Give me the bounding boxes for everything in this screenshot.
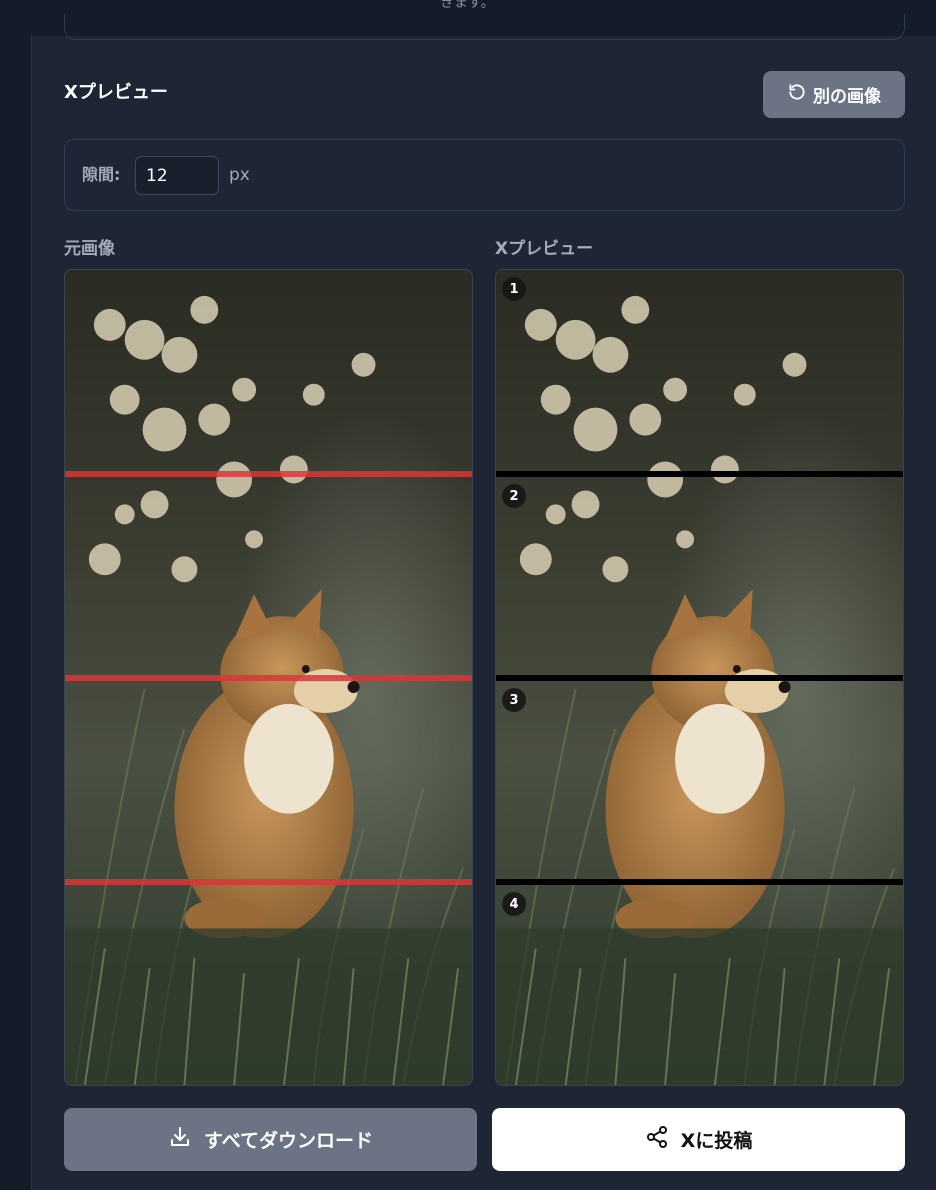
segment-badge: 3 — [502, 688, 526, 712]
post-to-x-button[interactable]: Xに投稿 — [492, 1108, 905, 1171]
gap-unit: px — [229, 165, 250, 185]
x-preview-panel: 1 2 3 4 — [495, 269, 904, 1086]
split-line — [65, 879, 472, 885]
post-to-x-label: Xに投稿 — [680, 1130, 753, 1152]
gap-line — [496, 675, 903, 681]
top-bar-text: きます。 — [440, 0, 495, 11]
sidebar — [0, 36, 32, 1190]
gap-label: 隙間: — [82, 165, 121, 184]
original-image-panel — [64, 269, 473, 1086]
other-image-button[interactable]: 別の画像 — [763, 71, 905, 118]
download-all-button[interactable]: すべてダウンロード — [64, 1108, 477, 1171]
gap-settings-card: 隙間: px — [64, 139, 905, 211]
gap-line — [496, 471, 903, 477]
preview-label: Xプレビュー — [495, 239, 594, 259]
previous-card-edge — [64, 14, 905, 40]
gap-input[interactable] — [135, 156, 219, 195]
original-image-label: 元画像 — [64, 239, 115, 259]
share-icon — [645, 1125, 669, 1154]
gap-line — [496, 879, 903, 885]
refresh-icon — [787, 82, 807, 107]
segment-badge: 1 — [502, 277, 526, 301]
segment-badge: 4 — [502, 892, 526, 916]
split-line — [65, 471, 472, 477]
download-icon — [168, 1125, 192, 1154]
segment-badge: 2 — [502, 484, 526, 508]
section-title: Xプレビュー — [64, 82, 168, 103]
download-all-label: すべてダウンロード — [204, 1130, 373, 1152]
other-image-label: 別の画像 — [813, 87, 881, 107]
split-line — [65, 675, 472, 681]
